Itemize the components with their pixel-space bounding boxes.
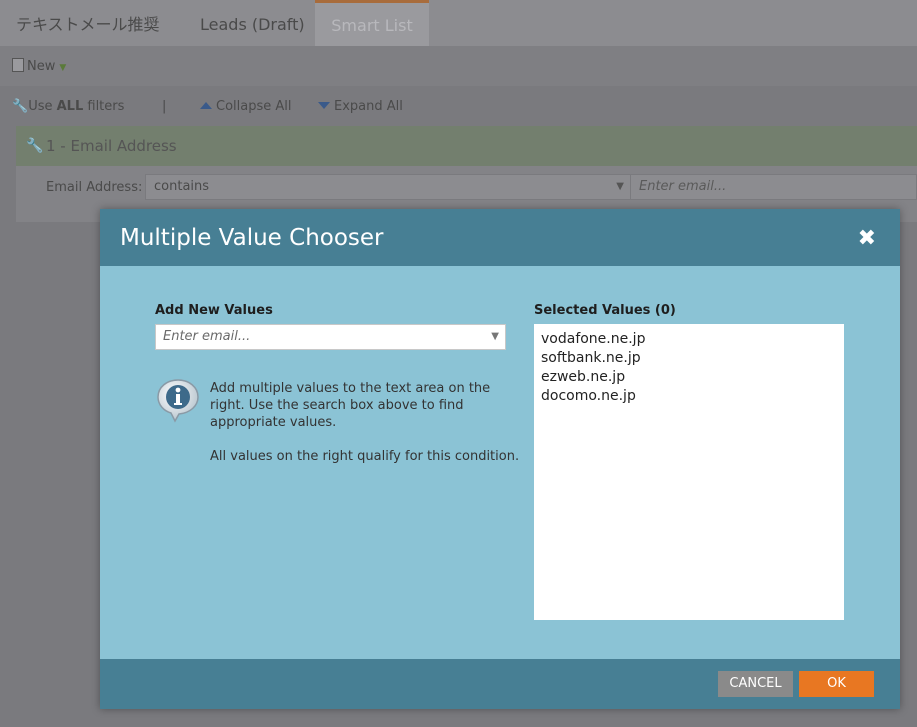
value-line: softbank.ne.jp bbox=[541, 350, 641, 366]
wrench-icon: 🔧 bbox=[12, 99, 29, 114]
new-button[interactable]: New ▼ bbox=[12, 58, 66, 74]
close-icon[interactable]: ✖ bbox=[858, 226, 876, 251]
value-line: ezweb.ne.jp bbox=[541, 369, 626, 385]
use-all-bold: ALL bbox=[56, 99, 84, 114]
info-instructions: Add multiple values to the text area on … bbox=[210, 381, 491, 430]
collapse-icon bbox=[200, 102, 212, 109]
selected-values-textarea[interactable]: vodafone.ne.jp softbank.ne.jp ezweb.ne.j… bbox=[534, 324, 844, 620]
operator-value: contains bbox=[154, 179, 210, 194]
tab-smart-list[interactable]: Smart List bbox=[315, 0, 429, 46]
add-value-placeholder: Enter email... bbox=[163, 329, 251, 344]
selected-values-label: Selected Values (0) bbox=[534, 303, 676, 318]
value-line: docomo.ne.jp bbox=[541, 388, 636, 404]
filter-panel: 🔧 1 - Email Address Email Address: conta… bbox=[16, 126, 917, 222]
dialog-footer: CANCEL OK bbox=[100, 659, 900, 709]
multiple-value-chooser-dialog: Multiple Value Chooser ✖ Add New Values … bbox=[100, 209, 900, 709]
email-value-input[interactable]: Enter email... bbox=[630, 174, 917, 200]
tab-bar: テキストメール推奨 Leads (Draft) Smart List bbox=[0, 0, 917, 46]
info-qualify-note: All values on the right qualify for this… bbox=[210, 449, 520, 464]
tab-leads-draft[interactable]: Leads (Draft) bbox=[200, 0, 305, 46]
dialog-header: Multiple Value Chooser ✖ bbox=[100, 209, 900, 266]
cancel-button[interactable]: CANCEL bbox=[718, 671, 793, 697]
ok-button[interactable]: OK bbox=[799, 671, 874, 697]
email-address-label: Email Address: bbox=[46, 180, 143, 195]
value-line: vodafone.ne.jp bbox=[541, 331, 646, 347]
expand-all-button[interactable]: Expand All bbox=[318, 99, 403, 114]
top-toolbar: New ▼ bbox=[0, 46, 917, 86]
collapse-all-label: Collapse All bbox=[216, 99, 292, 114]
dropdown-caret-icon: ▼ bbox=[59, 63, 67, 73]
dialog-title: Multiple Value Chooser bbox=[120, 225, 384, 251]
chevron-down-icon: ▼ bbox=[491, 331, 499, 342]
use-suffix-text: filters bbox=[83, 99, 125, 114]
filter-toolbar: 🔧Use ALL filters | Collapse All Expand A… bbox=[0, 86, 917, 126]
toolbar-separator: | bbox=[162, 99, 167, 114]
operator-select[interactable]: contains ▼ bbox=[145, 174, 631, 200]
filter-header[interactable]: 🔧 1 - Email Address bbox=[16, 126, 917, 166]
filter-wrench-icon: 🔧 bbox=[26, 138, 44, 154]
tab-text-email[interactable]: テキストメール推奨 bbox=[16, 0, 160, 46]
add-value-input[interactable]: Enter email... ▼ bbox=[155, 324, 506, 350]
new-document-icon bbox=[12, 58, 24, 72]
new-button-label: New bbox=[27, 59, 56, 74]
filter-title: 1 - Email Address bbox=[46, 137, 177, 155]
use-filters-dropdown[interactable]: 🔧Use ALL filters bbox=[12, 99, 124, 114]
expand-icon bbox=[318, 102, 330, 109]
chevron-down-icon: ▼ bbox=[616, 181, 624, 192]
expand-all-label: Expand All bbox=[334, 99, 403, 114]
info-text: Add multiple values to the text area on … bbox=[210, 380, 520, 465]
use-prefix-text: Use bbox=[28, 99, 57, 114]
add-new-values-label: Add New Values bbox=[155, 303, 273, 318]
collapse-all-button[interactable]: Collapse All bbox=[200, 99, 292, 114]
info-icon bbox=[157, 379, 199, 423]
